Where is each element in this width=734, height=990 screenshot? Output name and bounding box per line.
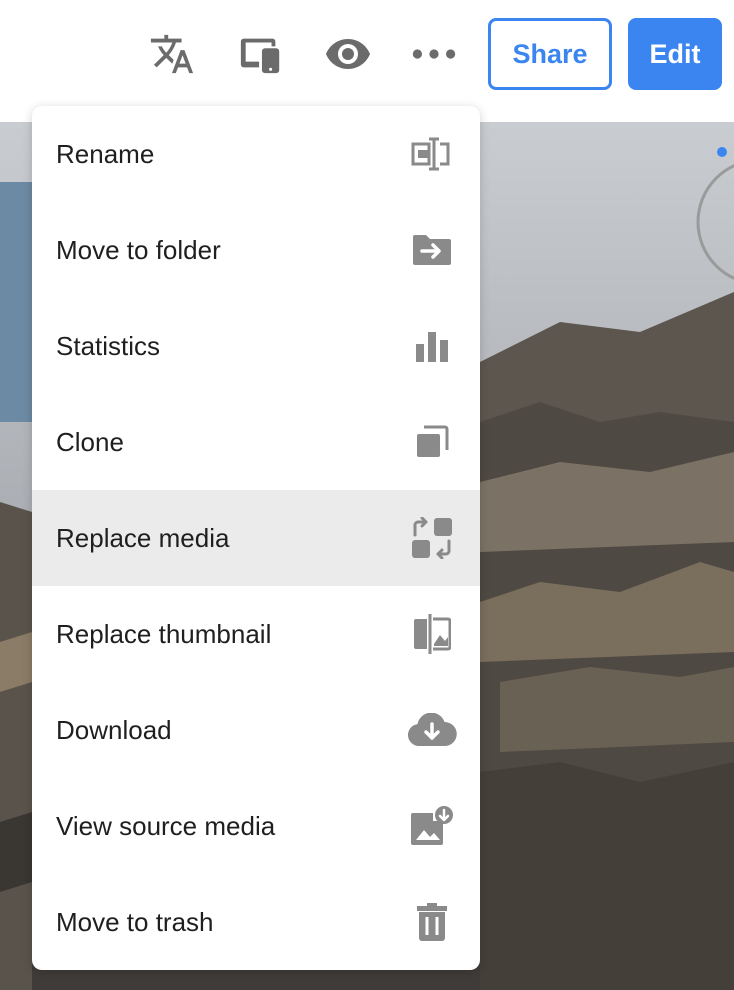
menu-item-rename[interactable]: Rename [32, 106, 480, 202]
share-button[interactable]: Share [488, 18, 612, 90]
menu-item-label: Rename [56, 138, 155, 169]
menu-item-label: Move to folder [56, 234, 221, 265]
menu-item-move-to-folder[interactable]: Move to folder [32, 202, 480, 298]
cloud-download-icon [406, 704, 458, 756]
menu-item-label: View source media [56, 810, 276, 841]
preview-eye-icon[interactable] [324, 30, 372, 78]
menu-item-label: Statistics [56, 330, 161, 361]
bar-chart-icon [406, 320, 458, 372]
move-folder-icon [406, 224, 458, 276]
menu-item-label: Replace media [56, 522, 230, 553]
menu-item-move-to-trash[interactable]: Move to trash [32, 874, 480, 970]
menu-item-label: Download [56, 714, 172, 745]
translate-icon[interactable] [148, 30, 196, 78]
menu-item-clone[interactable]: Clone [32, 394, 480, 490]
menu-item-label: Move to trash [56, 906, 214, 937]
menu-item-replace-thumbnail[interactable]: Replace thumbnail [32, 586, 480, 682]
top-toolbar: Share Edit [0, 0, 734, 108]
menu-item-label: Replace thumbnail [56, 618, 272, 649]
more-options-icon[interactable] [410, 30, 458, 78]
menu-item-label: Clone [56, 426, 124, 457]
view-source-media-icon [406, 800, 458, 852]
menu-item-download[interactable]: Download [32, 682, 480, 778]
rename-icon [406, 128, 458, 180]
more-options-menu: Rename Move to folder Statistics Clone R… [32, 106, 480, 970]
replace-media-icon [406, 512, 458, 564]
menu-item-statistics[interactable]: Statistics [32, 298, 480, 394]
menu-item-view-source-media[interactable]: View source media [32, 778, 480, 874]
devices-icon[interactable] [237, 30, 285, 78]
replace-thumbnail-icon [406, 608, 458, 660]
edit-button[interactable]: Edit [628, 18, 722, 90]
menu-item-replace-media[interactable]: Replace media [32, 490, 480, 586]
trash-icon [406, 896, 458, 948]
clone-icon [406, 416, 458, 468]
